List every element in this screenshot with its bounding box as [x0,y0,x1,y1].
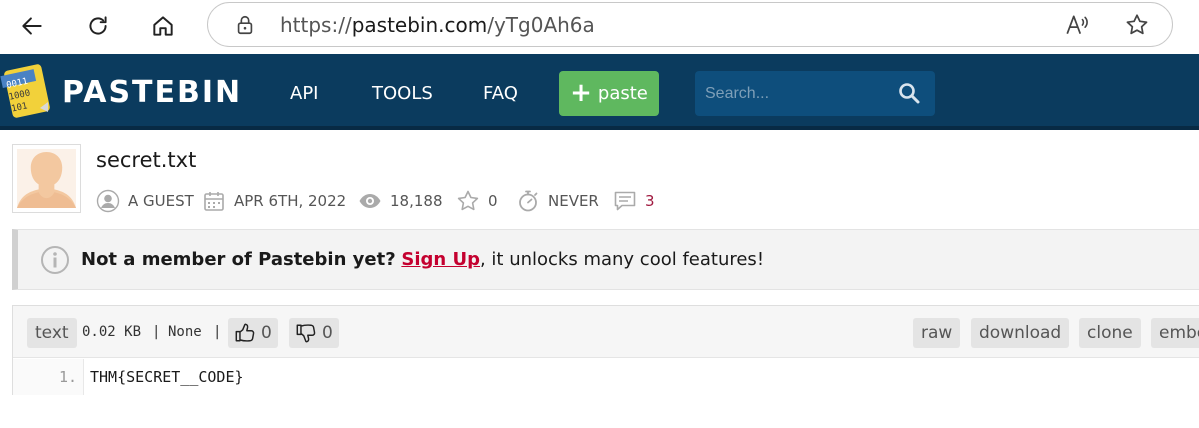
refresh-button[interactable] [80,8,116,44]
syntax-tag[interactable]: text [27,318,77,348]
expiry-text: NEVER [548,192,599,210]
menu-api[interactable]: API [290,83,318,104]
read-aloud-button[interactable] [1063,11,1091,39]
view-count: 18,188 [390,192,443,210]
star-icon [457,190,479,211]
star-count: 0 [488,192,498,210]
stopwatch-icon [519,190,538,212]
code-toolbar: text 0.02 KB | None | 0 0 raw download c… [13,306,1199,358]
paste-title: secret.txt [96,148,197,172]
url-text[interactable]: https://pastebin.com/yTg0Ah6a [280,13,595,37]
embed-button[interactable]: embed [1151,318,1199,348]
url-host: pastebin.com [351,13,488,37]
meta-expiry: NEVER [516,187,599,215]
paste-button-label: paste [597,83,648,104]
paste-date: APR 6TH, 2022 [234,192,347,210]
menu-tools[interactable]: TOOLS [372,83,433,104]
like-count: 0 [261,323,272,343]
eye-icon [359,194,381,208]
site-logo-text[interactable]: PASTEBIN [62,75,242,110]
notice-text: Not a member of Pastebin yet? Sign Up, i… [81,249,764,270]
notice-lead: Not a member of Pastebin yet? [81,249,396,270]
download-button[interactable]: download [971,318,1070,348]
raw-button[interactable]: raw [913,318,961,348]
url-path: /yTg0Ah6a [487,13,595,37]
read-aloud-icon [1066,15,1088,34]
info-icon [41,246,69,274]
clone-button[interactable]: clone [1079,318,1141,348]
lock-icon[interactable] [234,14,256,36]
notice-tail: , it unlocks many cool features! [479,249,765,270]
meta-comments[interactable]: 3 [613,187,655,215]
address-bar[interactable]: https://pastebin.com/yTg0Ah6a [207,2,1173,47]
search-input[interactable] [695,71,885,116]
paste-size: 0.02 KB [82,324,142,340]
browser-toolbar: https://pastebin.com/yTg0Ah6a [0,0,1199,54]
comment-icon [614,191,636,211]
code-line[interactable]: THM{SECRET__CODE} [90,368,244,386]
user-icon [96,189,120,213]
pastebin-logo-icon[interactable]: 0011 1000 101 [0,62,52,120]
code-panel: text 0.02 KB | None | 0 0 raw download c… [12,305,1199,395]
comment-count: 3 [645,192,655,210]
avatar [12,144,81,213]
calendar-icon [204,192,224,211]
signup-notice: Not a member of Pastebin yet? Sign Up, i… [12,229,1199,290]
thumbs-up-icon [235,323,255,342]
meta-stars[interactable]: 0 [456,187,498,215]
favorite-button[interactable] [1123,11,1151,39]
guest-avatar-icon [17,149,76,208]
search-icon[interactable] [897,81,921,105]
dislike-count: 0 [322,323,333,343]
menu-faq[interactable]: FAQ [483,83,518,104]
line-number: 1. [13,359,84,395]
meta-date: APR 6TH, 2022 [202,187,346,215]
dislike-button[interactable]: 0 [289,318,339,348]
refresh-icon [89,16,107,35]
author-name: A GUEST [128,192,194,210]
home-button[interactable] [145,8,181,44]
thumbs-down-icon [296,324,316,343]
back-button[interactable] [14,8,50,44]
meta-author[interactable]: A GUEST [96,187,194,215]
site-header: 0011 1000 101 PASTEBIN API TOOLS FAQ + p… [0,54,1199,130]
separator: | [213,324,222,340]
code-body: 1. THM{SECRET__CODE} [13,359,1199,395]
paste-category: None [168,324,202,340]
signup-link[interactable]: Sign Up [401,249,480,270]
like-button[interactable]: 0 [228,318,278,348]
home-icon [153,16,173,36]
new-paste-button[interactable]: + paste [559,71,659,116]
separator: | [152,324,161,340]
plus-icon: + [570,77,592,108]
meta-views: 18,188 [358,187,443,215]
back-arrow-icon [22,17,42,35]
url-prefix: https:// [280,13,352,37]
star-outline-icon [1126,14,1148,35]
search-box [695,71,935,116]
